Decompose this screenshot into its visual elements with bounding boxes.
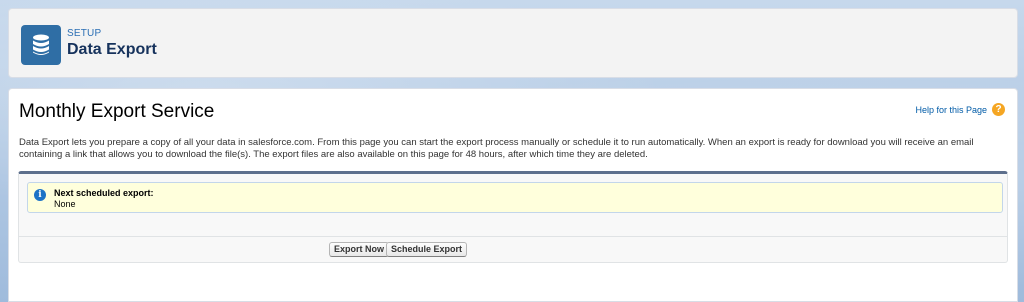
page-header-title: Data Export [67, 41, 157, 58]
button-bar: Export Now Schedule Export [19, 236, 1007, 260]
breadcrumb: SETUP [67, 28, 102, 39]
main-panel: Monthly Export Service Help for this Pag… [8, 88, 1018, 302]
page-description: Data Export lets you prepare a copy of a… [19, 137, 974, 160]
export-now-button[interactable]: Export Now [329, 242, 390, 257]
info-icon: i [34, 189, 46, 201]
page-title: Monthly Export Service [19, 101, 215, 122]
help-link[interactable]: Help for this Page ? [915, 103, 1005, 116]
info-value: None [54, 199, 76, 209]
info-title: Next scheduled export: [54, 188, 154, 198]
help-link-label: Help for this Page [915, 104, 987, 115]
database-icon [21, 25, 61, 65]
info-message: i Next scheduled export: None [27, 182, 1003, 213]
schedule-export-button[interactable]: Schedule Export [386, 242, 468, 257]
help-icon[interactable]: ? [992, 103, 1005, 116]
page-header: SETUP Data Export [8, 8, 1018, 78]
export-block: i Next scheduled export: None Export Now… [18, 171, 1008, 263]
